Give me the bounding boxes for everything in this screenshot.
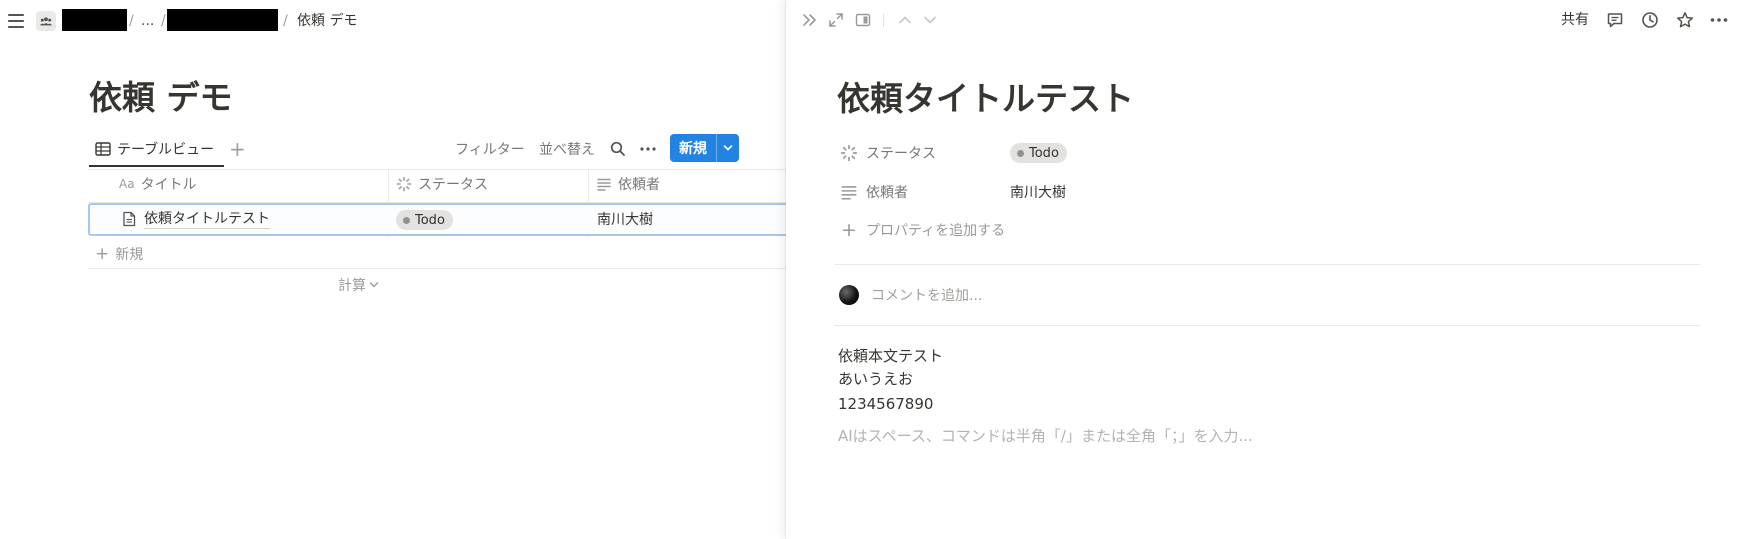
breadcrumb-separator: / xyxy=(161,13,166,29)
avatar xyxy=(839,285,859,305)
tab-table-view[interactable]: テーブルビュー xyxy=(89,132,220,166)
sidebar-menu-icon[interactable] xyxy=(6,12,26,30)
workspace-teamspace-icon[interactable] xyxy=(36,11,56,31)
property-status-value[interactable]: Todo xyxy=(1010,142,1067,164)
divider xyxy=(834,264,1700,265)
property-requester-label[interactable]: 依頼者 xyxy=(840,181,908,203)
new-button[interactable]: 新規 xyxy=(670,134,739,162)
column-header-label: タイトル xyxy=(140,177,197,193)
status-loader-icon xyxy=(396,176,412,192)
add-property-label: プロパティを追加する xyxy=(866,223,1006,239)
row-title-text: 依頼タイトルテスト xyxy=(144,210,270,229)
database-pane: / ... / / 依頼 デモ 依頼 デモ テーブルビュー + フィルター 並べ… xyxy=(0,0,786,539)
property-requester-value[interactable]: 南川大樹 xyxy=(1010,181,1066,203)
add-row-label: 新規 xyxy=(115,247,144,263)
page-icon xyxy=(123,211,136,227)
row-title-cell[interactable]: 依頼タイトルテスト xyxy=(122,209,270,229)
column-header-requester[interactable]: 依頼者 xyxy=(596,174,660,194)
search-icon[interactable] xyxy=(609,140,627,158)
chevron-down-icon[interactable] xyxy=(921,11,939,29)
breadcrumb-separator: / xyxy=(283,13,288,29)
status-badge-label: Todo xyxy=(1029,145,1059,161)
close-peek-double-chevron-icon[interactable] xyxy=(801,11,819,29)
status-badge-label: Todo xyxy=(415,212,445,228)
body-text-line[interactable]: あいうえお xyxy=(838,368,913,390)
text-lines-icon xyxy=(840,183,858,201)
top-bar: / ... / / 依頼 デモ xyxy=(0,0,786,40)
table-icon xyxy=(95,142,111,156)
body-text-line[interactable]: 1234567890 xyxy=(838,393,933,415)
status-loader-icon xyxy=(840,144,858,162)
more-options-icon[interactable] xyxy=(1708,11,1730,29)
toolbar-divider xyxy=(883,14,884,27)
status-dot xyxy=(1017,149,1024,157)
peek-page-title[interactable]: 依頼タイトルテスト xyxy=(837,77,1134,121)
status-dot xyxy=(403,216,410,224)
row-requester-text: 南川大樹 xyxy=(597,212,653,228)
comment-icon[interactable] xyxy=(1606,11,1624,29)
text-lines-icon xyxy=(596,176,612,192)
expand-fullpage-icon[interactable] xyxy=(827,11,845,29)
add-view-button[interactable]: + xyxy=(229,138,246,160)
calculate-button[interactable]: 計算 xyxy=(338,275,379,295)
row-requester-cell[interactable]: 南川大樹 xyxy=(597,209,653,229)
new-button-label: 新規 xyxy=(679,141,707,157)
column-header-title[interactable]: Aa タイトル xyxy=(119,174,197,194)
plus-icon: + xyxy=(95,244,110,264)
side-peek-layout-icon[interactable] xyxy=(854,11,872,29)
view-toolbar: テーブルビュー + フィルター 並べ替え 新規 xyxy=(89,132,786,168)
page-peek-panel: 共有 依頼タイトルテスト ステータス Todo 依頼者 南川大樹 + プロパティ… xyxy=(786,0,1740,539)
page-title[interactable]: 依頼 デモ xyxy=(89,76,233,120)
table-top-border xyxy=(88,169,786,170)
column-header-label: ステータス xyxy=(418,177,488,193)
column-header-label: 依頼者 xyxy=(618,177,660,193)
star-favorite-icon[interactable] xyxy=(1676,11,1694,29)
chevron-down-icon xyxy=(369,282,379,288)
text-type-icon: Aa xyxy=(119,177,135,191)
new-dropdown-chevron-icon[interactable] xyxy=(717,144,739,152)
add-row-button[interactable]: + 新規 xyxy=(95,244,143,264)
property-status-label[interactable]: ステータス xyxy=(840,142,936,164)
add-property-button[interactable]: + プロパティを追加する xyxy=(840,220,1005,240)
breadcrumb-item-redacted-1[interactable] xyxy=(62,9,127,31)
filter-button[interactable]: フィルター xyxy=(455,140,525,160)
calculate-label: 計算 xyxy=(338,278,366,294)
row-status-cell[interactable]: Todo xyxy=(396,210,453,230)
sort-button[interactable]: 並べ替え xyxy=(539,140,595,160)
breadcrumb-item-redacted-2[interactable] xyxy=(167,9,278,31)
comment-input[interactable]: コメントを追加... xyxy=(871,286,982,306)
clock-history-icon[interactable] xyxy=(1641,11,1659,29)
plus-icon: + xyxy=(841,219,857,241)
tab-table-view-label: テーブルビュー xyxy=(117,142,215,158)
property-label-text: 依頼者 xyxy=(866,185,908,201)
column-header-status[interactable]: ステータス xyxy=(396,174,488,194)
breadcrumb-separator: / xyxy=(129,13,134,29)
share-button[interactable]: 共有 xyxy=(1561,10,1589,30)
more-options-icon[interactable] xyxy=(637,140,659,158)
table-bottom-border xyxy=(88,268,786,269)
chevron-up-icon[interactable] xyxy=(896,11,914,29)
divider xyxy=(834,325,1700,326)
active-tab-underline xyxy=(89,165,224,167)
status-badge: Todo xyxy=(396,210,453,230)
body-placeholder-input[interactable]: AIはスペース、コマンドは半角「/」または全角「；」を入力... xyxy=(838,425,1253,447)
breadcrumb-current[interactable]: 依頼 デモ xyxy=(297,11,357,31)
property-label-text: ステータス xyxy=(866,146,936,162)
status-badge: Todo xyxy=(1010,143,1067,163)
body-text-line[interactable]: 依頼本文テスト xyxy=(838,345,943,367)
breadcrumb-ellipsis[interactable]: ... xyxy=(141,11,154,31)
